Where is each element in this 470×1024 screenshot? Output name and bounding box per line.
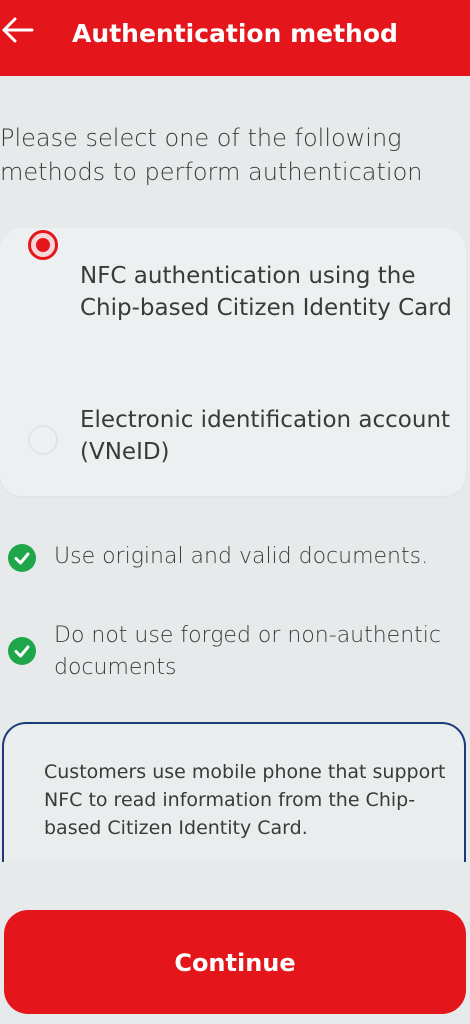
- auth-options-card: NFC authentication using the Chip-based …: [0, 228, 466, 496]
- continue-button[interactable]: Continue: [4, 910, 466, 1014]
- check-circle-icon: [8, 637, 36, 665]
- option-vneid[interactable]: Electronic identification account (VNeID…: [0, 404, 466, 474]
- back-button[interactable]: [0, 10, 40, 54]
- option-nfc[interactable]: NFC authentication using the Chip-based …: [0, 230, 466, 356]
- note-text: Use original and valid documents.: [54, 544, 429, 569]
- info-text: Customers use mobile phone that support …: [44, 761, 446, 839]
- authentication-method-screen: Authentication method Please select one …: [0, 0, 470, 1024]
- radio-unselected-icon[interactable]: [28, 425, 58, 455]
- info-box: Customers use mobile phone that support …: [2, 722, 466, 862]
- note-item: Do not use forged or non-authentic docum…: [0, 620, 470, 686]
- option-vneid-label: Electronic identification account (VNeID…: [80, 407, 451, 465]
- app-header: Authentication method: [0, 0, 470, 76]
- page-title: Authentication method: [72, 19, 398, 48]
- instruction-text: Please select one of the following metho…: [0, 124, 423, 186]
- note-text: Do not use forged or non-authentic docum…: [54, 623, 441, 680]
- arrow-left-icon: [0, 10, 40, 54]
- note-item: Use original and valid documents.: [0, 541, 470, 575]
- radio-selected-icon[interactable]: [28, 230, 58, 260]
- check-circle-icon: [8, 544, 36, 572]
- option-nfc-label: NFC authentication using the Chip-based …: [80, 263, 452, 321]
